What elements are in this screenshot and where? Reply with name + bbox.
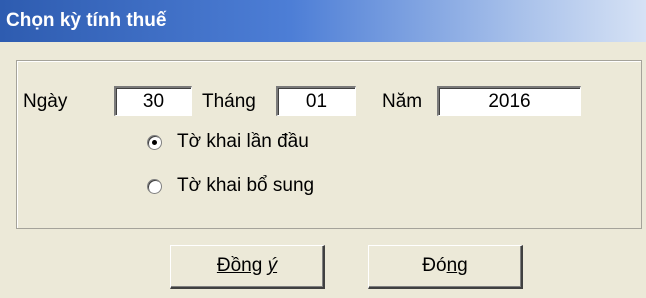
day-field[interactable] xyxy=(114,86,192,116)
radio-first-declaration-label: Tờ khai lần đầu xyxy=(177,131,309,152)
radio-supplementary-declaration-label: Tờ khai bổ sung xyxy=(177,175,315,196)
radio-first-declaration[interactable]: Tờ khai lần đầu xyxy=(147,131,367,157)
year-field[interactable] xyxy=(437,86,581,116)
radio-supplementary-declaration[interactable]: Tờ khai bổ sung xyxy=(147,175,367,201)
close-button-label-end: g xyxy=(457,255,468,276)
ok-button-label-mnemonic: ý xyxy=(267,255,278,276)
day-label: Ngày xyxy=(23,91,68,112)
month-label: Tháng xyxy=(202,91,256,112)
close-button-label-start: Đó xyxy=(422,255,447,276)
close-button[interactable]: Đóng xyxy=(368,245,523,289)
radio-selected-icon[interactable] xyxy=(147,135,162,150)
year-label: Năm xyxy=(382,91,423,112)
month-field[interactable] xyxy=(276,86,356,116)
close-button-label-mnemonic: n xyxy=(446,255,458,276)
ok-button[interactable]: Đồng ý xyxy=(170,245,325,289)
ok-button-label-main: Đồng xyxy=(216,255,263,276)
radio-unselected-icon[interactable] xyxy=(147,179,162,194)
dialog-title: Chọn kỳ tính thuế xyxy=(0,0,646,42)
